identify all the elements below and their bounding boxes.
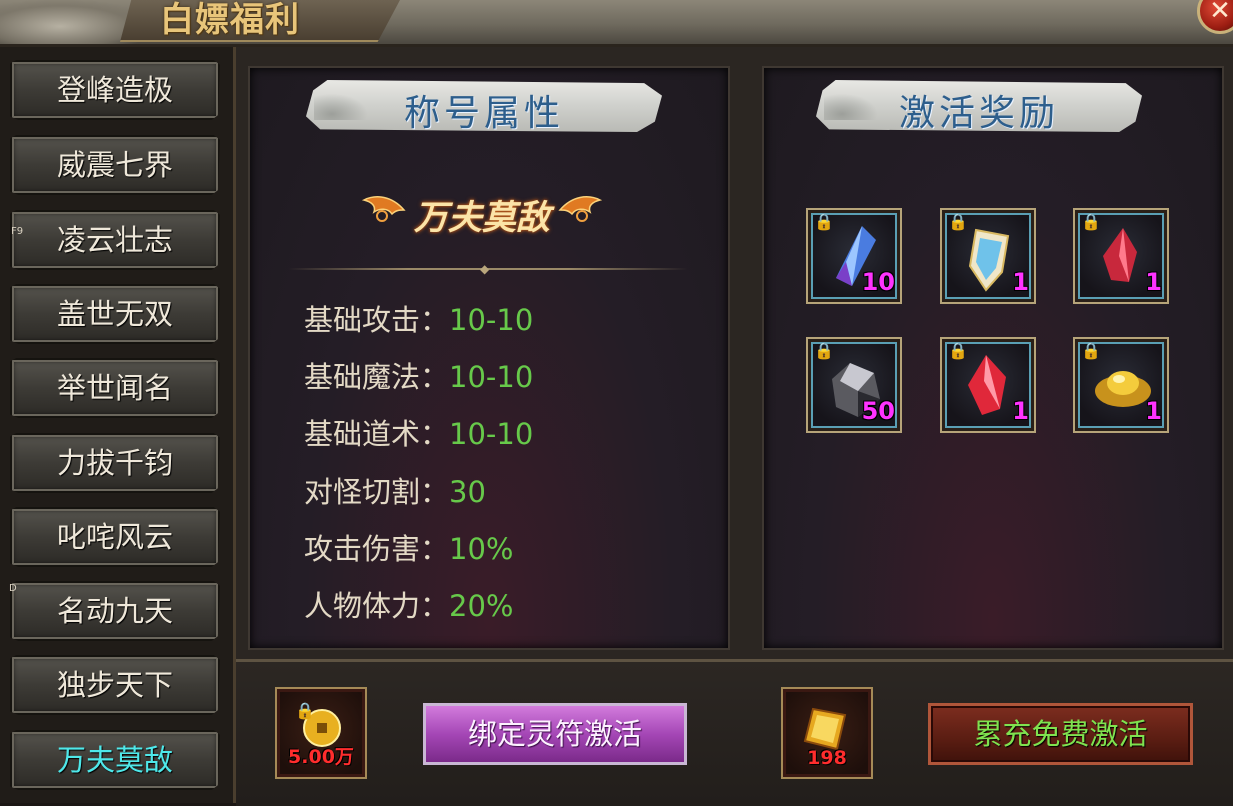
nav-item-wanfumodi[interactable]: 万夫莫敌 [10, 730, 220, 790]
attribute-label: 攻击伤害： [304, 532, 450, 566]
nav-item-lingyunzhuangzhi[interactable]: 凌云壮志 [10, 210, 220, 270]
attribute-value: 10% [449, 532, 514, 566]
nav-item-weizhenqijie[interactable]: 威震七界 [10, 135, 220, 195]
attribute-row: 人物体力：20% [304, 586, 513, 626]
attribute-label: 基础道术： [304, 417, 450, 451]
recharge-cost-slot: 198 [781, 687, 873, 779]
attribute-row: 攻击伤害：10% [304, 529, 513, 569]
attribute-label: 基础魔法： [304, 360, 450, 394]
title-emblem: 万夫莫敌 [362, 184, 602, 238]
attributes-heading: 称号属性 [403, 93, 564, 134]
left-flame-wing-icon [362, 196, 406, 222]
rewards-heading-banner: 激活奖励 [816, 80, 1142, 132]
rewards-heading: 激活奖励 [898, 93, 1059, 134]
window-title: 白嫖福利 [160, 0, 300, 40]
attribute-label: 对怪切割： [304, 475, 450, 509]
nav-item-libaqianjun[interactable]: 力拔千钧 [10, 433, 220, 493]
nav-item-jushiwenming[interactable]: 举世闻名 [10, 358, 220, 418]
item-count: 1 [1012, 397, 1029, 425]
recharge-cost-amount: 198 [807, 747, 847, 769]
attribute-value: 20% [449, 589, 514, 623]
item-count: 10 [861, 268, 895, 296]
lock-icon: 🔒 [948, 212, 968, 231]
bound-cost-amount: 5.00万 [288, 746, 354, 768]
window-header: 白嫖福利 [0, 0, 1233, 47]
attribute-value: 10-10 [449, 360, 534, 394]
bound-cost-slot: 🔒 5.00万 [275, 687, 367, 779]
reward-slot[interactable]: 🔒 10 [806, 208, 902, 304]
attribute-label: 人物体力： [304, 589, 450, 623]
title-name: 万夫莫敌 [414, 198, 550, 238]
item-count: 1 [1145, 268, 1162, 296]
item-count: 1 [1145, 397, 1162, 425]
nav-item-dengfengzaoji[interactable]: 登峰造极 [10, 60, 220, 120]
lock-icon: 🔒 [1081, 212, 1101, 231]
nav-item-gaishiwushuang[interactable]: 盖世无双 [10, 284, 220, 344]
recharge-free-activate-button[interactable]: 累充免费激活 [928, 703, 1193, 765]
reward-slot[interactable]: 🔒 1 [940, 337, 1036, 433]
lock-icon: 🔒 [814, 212, 834, 231]
attribute-row: 基础道术：10-10 [304, 414, 533, 454]
attribute-row: 对怪切割：30 [304, 472, 486, 512]
attribute-row: 基础魔法：10-10 [304, 357, 533, 397]
reward-slot[interactable]: 🔒 1 [940, 208, 1036, 304]
reward-slot[interactable]: 🔒 1 [1073, 337, 1169, 433]
reward-slot[interactable]: 🔒 50 [806, 337, 902, 433]
bound-talisman-activate-button[interactable]: 绑定灵符激活 [423, 703, 687, 765]
attribute-label: 基础攻击： [304, 303, 450, 337]
lock-icon: 🔒 [1081, 341, 1101, 360]
attribute-value: 10-10 [449, 303, 534, 337]
attribute-value: 10-10 [449, 417, 534, 451]
nav-item-dubutianxia[interactable]: 独步天下 [10, 655, 220, 715]
lock-icon: 🔒 [814, 341, 834, 360]
lock-icon: 🔒 [948, 341, 968, 360]
lock-icon: 🔒 [295, 701, 315, 720]
attributes-heading-banner: 称号属性 [306, 80, 662, 132]
item-count: 1 [1012, 268, 1029, 296]
attribute-value: 30 [449, 475, 486, 509]
nav-item-chizhafengyun[interactable]: 叱咤风云 [10, 507, 220, 567]
hotkey-label: D [9, 583, 17, 594]
divider-diamond-icon: ◆ [480, 262, 490, 276]
hotkey-label: F9 [11, 226, 24, 237]
nav-item-mingdongjiutian[interactable]: 名动九天 [10, 581, 220, 641]
item-count: 50 [861, 397, 895, 425]
right-flame-wing-icon [558, 196, 602, 222]
attribute-row: 基础攻击：10-10 [304, 300, 533, 340]
reward-slot[interactable]: 🔒 1 [1073, 208, 1169, 304]
